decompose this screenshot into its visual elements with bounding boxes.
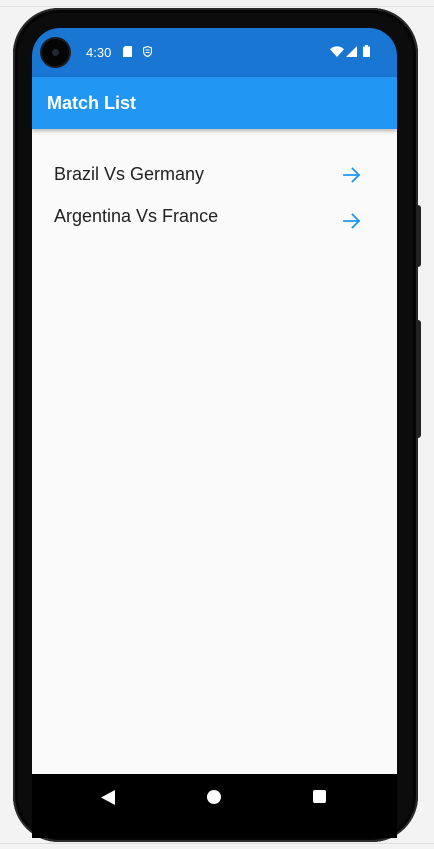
- background-line-bottom: [0, 843, 434, 844]
- sd-card-icon: [123, 46, 132, 57]
- app-bar: Match List: [32, 77, 397, 129]
- status-bar: 4:30: [32, 28, 397, 77]
- page-title: Match List: [47, 93, 137, 113]
- recents-icon[interactable]: [313, 790, 326, 803]
- list-item-label: Argentina Vs France: [54, 206, 219, 226]
- arrow-forward-icon[interactable]: [343, 212, 361, 230]
- list-item-argentina-vs-france[interactable]: Argentina Vs France: [32, 199, 397, 241]
- background-line-top: [0, 6, 434, 7]
- navigation-bar: [32, 774, 397, 838]
- list-item-label: Brazil Vs Germany: [54, 164, 205, 184]
- home-icon[interactable]: [207, 790, 221, 804]
- shield-icon: [143, 46, 152, 57]
- phone-screen: 4:30 Match List Brazil Vs Germany Argent…: [32, 28, 397, 838]
- list-item-brazil-vs-germany[interactable]: Brazil Vs Germany: [32, 157, 397, 199]
- front-camera: [42, 39, 69, 66]
- arrow-forward-icon[interactable]: [343, 166, 361, 184]
- status-time: 4:30: [86, 45, 112, 60]
- main-content: Brazil Vs Germany Argentina Vs France: [32, 129, 397, 774]
- signal-icon: [346, 46, 357, 57]
- match-list: Brazil Vs Germany Argentina Vs France: [32, 157, 397, 241]
- battery-icon: [363, 45, 370, 57]
- wifi-icon: [330, 46, 344, 57]
- volume-button: [416, 205, 421, 267]
- back-icon[interactable]: [101, 790, 115, 805]
- power-button: [416, 320, 421, 438]
